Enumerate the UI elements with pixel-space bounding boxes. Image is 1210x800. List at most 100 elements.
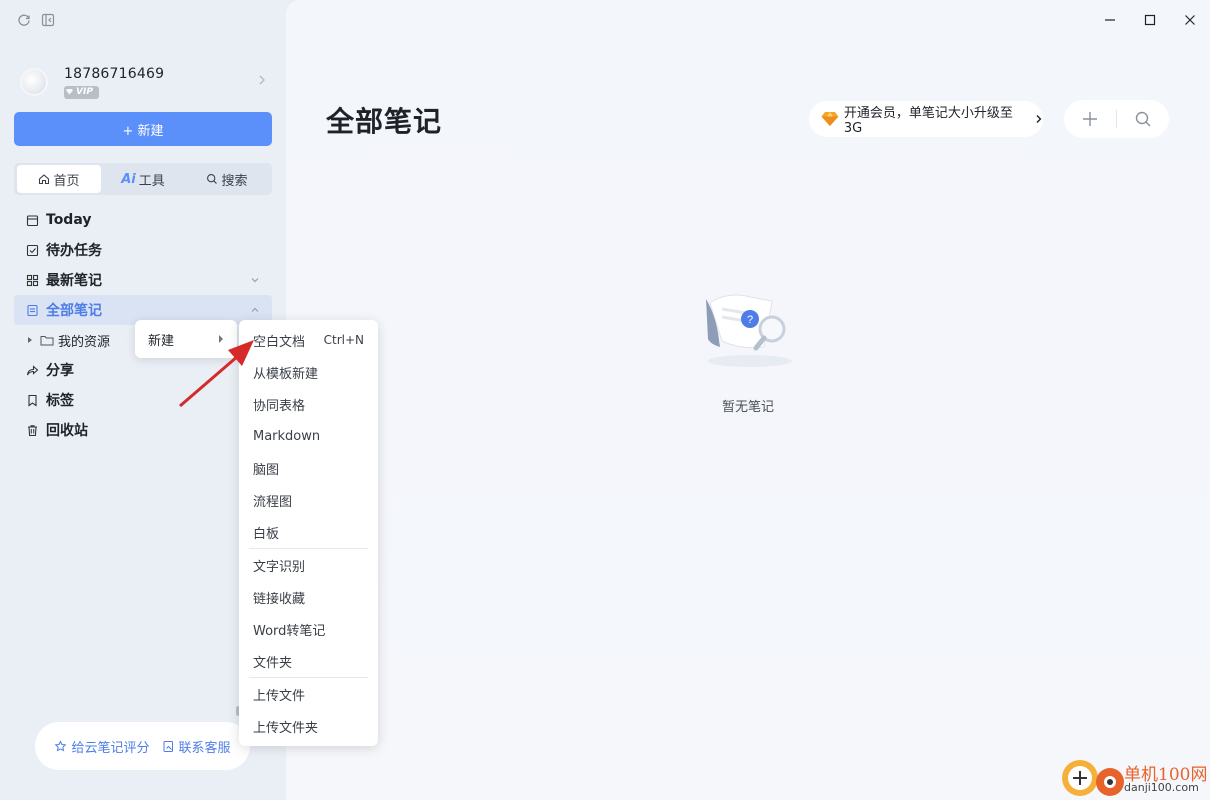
rate-app-link[interactable]: 给云笔记评分 — [54, 737, 150, 756]
diamond-icon — [821, 112, 839, 126]
sidebar-item-recent[interactable]: 最新笔记 — [14, 265, 272, 295]
empty-state-illustration: ? — [706, 294, 792, 367]
sidebar-item-tags-label: 标签 — [46, 393, 74, 409]
user-phone: 18786716469 — [64, 65, 165, 82]
membership-promo-text: 开通会员，单笔记大小升级至3G — [843, 106, 1013, 136]
shortcut-label: Ctrl+N — [323, 333, 364, 347]
menu-item-ocr-label: 文字识别 — [253, 559, 306, 575]
share-icon — [24, 362, 40, 378]
sidebar-top-icons — [16, 12, 56, 28]
page-title: 全部笔记 — [326, 105, 443, 138]
new-note-button[interactable]: + 新建 — [14, 112, 272, 146]
search-icon — [207, 174, 218, 184]
window-controls — [1090, 6, 1210, 34]
menu-item-flowchart[interactable]: 流程图 — [239, 484, 378, 516]
menu-item-word-to-note[interactable]: Word转笔记 — [239, 613, 378, 645]
tab-home-label: 首页 — [53, 173, 80, 189]
contact-support-label: 联系客服 — [178, 740, 231, 756]
menu-item-from-template-label: 从模板新建 — [253, 366, 319, 382]
menu-item-blank-doc[interactable]: 空白文档 Ctrl+N — [239, 324, 378, 356]
chevron-right-icon — [1036, 115, 1042, 123]
close-icon — [1185, 15, 1195, 25]
sidebar-item-share-label: 分享 — [46, 363, 74, 379]
menu-item-upload-folder[interactable]: 上传文件夹 — [239, 710, 378, 742]
menu-item-whiteboard-label: 白板 — [253, 526, 280, 542]
menu-item-upload-file[interactable]: 上传文件 — [239, 678, 378, 710]
sidebar-item-today-label: Today — [46, 212, 92, 228]
watermark-url: danji100.com — [1124, 781, 1199, 794]
rating-icon — [55, 739, 67, 751]
tab-search-label: 搜索 — [221, 173, 248, 189]
action-group — [1064, 100, 1169, 138]
empty-state-text: 暂无笔记 — [721, 400, 774, 415]
menu-item-markdown[interactable]: Markdown — [239, 420, 378, 452]
sidebar-item-all-notes-label: 全部笔记 — [46, 303, 102, 319]
annotation-arrow — [179, 340, 254, 408]
ai-icon: Ai — [121, 171, 136, 187]
menu-item-collab-sheet-label: 协同表格 — [253, 398, 306, 414]
main-content: 全部笔记 开通会员，单笔记大小升级至3G ? 暂无笔记 — [286, 0, 1210, 800]
menu-item-blank-doc-label: 空白文档 — [253, 334, 306, 350]
menu-item-collab-sheet[interactable]: 协同表格 — [239, 388, 378, 420]
menu-item-folder[interactable]: 文件夹 — [239, 645, 378, 677]
new-submenu: 空白文档 Ctrl+N 从模板新建 协同表格 Markdown 脑图 流程图 白… — [239, 320, 378, 746]
chevron-up-icon[interactable] — [250, 303, 260, 319]
search-button[interactable] — [1117, 100, 1169, 138]
sidebar-item-trash[interactable]: 回收站 — [14, 415, 272, 445]
minimize-icon — [1105, 19, 1115, 21]
tab-home[interactable]: 首页 — [17, 165, 101, 193]
grid-icon — [24, 272, 40, 288]
expand-triangle-icon[interactable] — [28, 337, 32, 343]
tab-search[interactable]: 搜索 — [185, 165, 269, 193]
home-icon — [39, 174, 50, 185]
tab-ai-tools[interactable]: Ai 工具 — [101, 165, 185, 193]
menu-item-word-to-note-label: Word转笔记 — [253, 623, 326, 639]
minimize-button[interactable] — [1090, 6, 1130, 34]
plus-icon — [1083, 112, 1097, 126]
sidebar-item-trash-label: 回收站 — [46, 423, 88, 439]
tab-ai-tools-label: 工具 — [138, 173, 165, 189]
avatar[interactable] — [20, 68, 48, 96]
sidebar-footer: 给云笔记评分 联系客服 — [35, 722, 250, 770]
svg-text:?: ? — [747, 314, 753, 326]
menu-item-ocr[interactable]: 文字识别 — [239, 549, 378, 581]
rate-app-label: 给云笔记评分 — [71, 740, 150, 756]
sidebar-item-recent-label: 最新笔记 — [46, 273, 102, 289]
document-icon — [24, 302, 40, 318]
menu-item-from-template[interactable]: 从模板新建 — [239, 356, 378, 388]
sidebar-item-todo[interactable]: 待办任务 — [14, 235, 272, 265]
menu-item-folder-label: 文件夹 — [253, 655, 293, 671]
menu-item-link-collect[interactable]: 链接收藏 — [239, 581, 378, 613]
membership-promo[interactable]: 开通会员，单笔记大小升级至3G — [809, 101, 1043, 137]
close-button[interactable] — [1170, 6, 1210, 34]
sidebar-item-todo-label: 待办任务 — [46, 243, 102, 259]
search-icon — [1135, 111, 1151, 127]
checkbox-icon — [24, 242, 40, 258]
menu-item-markdown-label: Markdown — [253, 428, 321, 444]
trash-icon — [24, 422, 40, 438]
menu-item-upload-file-label: 上传文件 — [253, 688, 306, 704]
menu-item-upload-folder-label: 上传文件夹 — [253, 720, 319, 736]
collapse-sidebar-icon[interactable] — [40, 12, 56, 28]
folder-icon — [40, 334, 54, 346]
menu-item-mind-map[interactable]: 脑图 — [239, 452, 378, 484]
add-button[interactable] — [1064, 100, 1116, 138]
chevron-right-icon[interactable] — [258, 74, 266, 90]
sidebar-item-today[interactable]: Today — [14, 205, 272, 235]
menu-item-whiteboard[interactable]: 白板 — [239, 516, 378, 548]
sync-icon[interactable] — [16, 12, 32, 28]
menu-item-mind-map-label: 脑图 — [253, 462, 280, 478]
menu-item-link-collect-label: 链接收藏 — [253, 591, 306, 607]
calendar-icon — [24, 212, 40, 228]
support-icon — [163, 740, 173, 752]
sidebar-tabs: 首页 Ai 工具 搜索 — [14, 163, 272, 195]
contact-support-link[interactable]: 联系客服 — [162, 737, 231, 756]
sidebar-item-my-resources-label: 我的资源 — [58, 334, 111, 350]
maximize-icon — [1144, 14, 1156, 26]
chevron-down-icon[interactable] — [250, 273, 260, 289]
context-menu-new-label: 新建 — [148, 333, 175, 349]
bookmark-icon — [24, 392, 40, 408]
user-profile[interactable]: 18786716469 VIP — [20, 60, 272, 104]
menu-item-flowchart-label: 流程图 — [253, 494, 293, 510]
maximize-button[interactable] — [1130, 6, 1170, 34]
